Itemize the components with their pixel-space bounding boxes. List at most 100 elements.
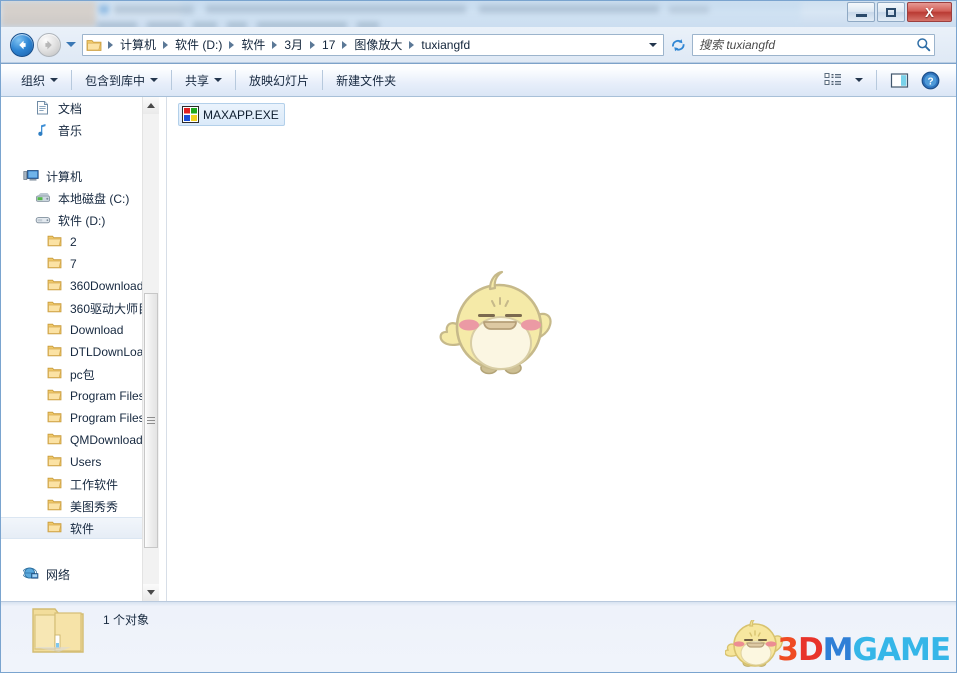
chick-illustration	[433, 265, 563, 385]
sidebar-item-label: 360驱动大师目	[70, 300, 150, 317]
titlebar-blur-block	[114, 5, 194, 14]
sidebar-item-network[interactable]: 网络	[1, 563, 151, 585]
breadcrumb: 计算机 软件 (D:) 软件 3月 17 图像放大 tuxiangfd	[104, 34, 645, 55]
folder-icon	[47, 344, 64, 360]
title-bar[interactable]: X	[1, 1, 956, 28]
back-button[interactable]	[10, 33, 34, 57]
titlebar-blur-block	[1, 1, 96, 27]
folder-icon	[47, 300, 64, 316]
search-icon[interactable]	[916, 37, 931, 52]
sidebar-item-folder-2[interactable]: 2	[1, 231, 151, 253]
restore-icon	[886, 8, 896, 17]
help-icon: ?	[921, 71, 940, 90]
toolbar-new-folder-button[interactable]: 新建文件夹	[328, 68, 404, 93]
view-mode-icon	[824, 72, 843, 88]
sidebar-item-drive-d[interactable]: 软件 (D:)	[1, 209, 151, 231]
sidebar-item-label: 软件 (D:)	[58, 212, 105, 229]
breadcrumb-separator-icon	[272, 41, 277, 49]
file-list-pane[interactable]: MAXAPP.EXE	[167, 97, 956, 601]
sidebar-item-label: 软件	[70, 520, 94, 537]
toolbar-include-in-library-button[interactable]: 包含到库中	[77, 68, 166, 93]
toolbar-share-button[interactable]: 共享	[177, 68, 230, 93]
breadcrumb-item-1[interactable]: 软件 (D:)	[172, 34, 225, 55]
chevron-down-icon	[66, 42, 76, 47]
sidebar-item-folder-qmdownload[interactable]: QMDownload	[1, 429, 151, 451]
toolbar-slideshow-button[interactable]: 放映幻灯片	[241, 68, 317, 93]
sidebar-item-folder-dtldownload[interactable]: DTLDownLoad	[1, 341, 151, 363]
preview-pane-button[interactable]	[886, 69, 913, 92]
exe-app-icon	[182, 106, 199, 123]
search-box[interactable]: 搜索 tuxiangfd	[692, 34, 935, 56]
sidebar-item-folder-users[interactable]: Users	[1, 451, 151, 473]
toolbar-right-group: ?	[820, 68, 956, 93]
refresh-button[interactable]	[667, 34, 689, 56]
chevron-down-icon	[214, 78, 222, 82]
back-arrow-icon	[15, 38, 29, 52]
breadcrumb-item-0[interactable]: 计算机	[117, 34, 159, 55]
breadcrumb-bar[interactable]: 计算机 软件 (D:) 软件 3月 17 图像放大 tuxiangfd	[82, 34, 664, 56]
change-view-button[interactable]	[820, 69, 847, 91]
sidebar-item-label: DTLDownLoad	[70, 345, 150, 359]
folder-large-icon	[29, 605, 87, 657]
scroll-up-button[interactable]	[143, 97, 159, 114]
sidebar-item-label: Program Files	[70, 389, 145, 403]
address-dropdown-button[interactable]	[645, 35, 661, 55]
sidebar-item-folder-download[interactable]: Download	[1, 319, 151, 341]
file-name-label: MAXAPP.EXE	[203, 108, 279, 122]
sidebar-item-folder-work-software[interactable]: 工作软件	[1, 473, 151, 495]
sidebar-item-label: 美图秀秀	[70, 498, 118, 515]
file-item-maxapp-exe[interactable]: MAXAPP.EXE	[178, 103, 285, 126]
toolbar-item-label: 放映幻灯片	[249, 72, 309, 89]
sidebar-item-folder-360driver[interactable]: 360驱动大师目	[1, 297, 151, 319]
scrollbar-thumb[interactable]	[144, 293, 158, 548]
folder-icon	[47, 498, 64, 514]
close-button[interactable]: X	[907, 2, 952, 22]
music-note-icon	[35, 122, 52, 138]
toolbar-separator	[171, 70, 172, 90]
toolbar-organize-button[interactable]: 组织	[13, 68, 66, 93]
sidebar-item-folder-meitu[interactable]: 美图秀秀	[1, 495, 151, 517]
sidebar-item-folder-pcbao[interactable]: pc包	[1, 363, 151, 385]
breadcrumb-item-2[interactable]: 软件	[238, 34, 268, 55]
sidebar-item-folder-7[interactable]: 7	[1, 253, 151, 275]
watermark-text: 3DMGAME	[777, 635, 950, 666]
sidebar-item-computer[interactable]: 计算机	[1, 165, 151, 187]
folder-icon	[47, 322, 64, 338]
history-dropdown-button[interactable]	[65, 33, 77, 57]
forward-button[interactable]	[37, 33, 61, 57]
search-input[interactable]: 搜索 tuxiangfd	[699, 36, 916, 53]
computer-icon	[23, 168, 40, 184]
breadcrumb-item-4[interactable]: 17	[319, 36, 338, 54]
breadcrumb-item-3[interactable]: 3月	[281, 34, 306, 55]
navigation-pane: 文档 音乐	[1, 97, 166, 601]
sidebar-scrollbar[interactable]	[142, 97, 159, 601]
sidebar-spacer	[1, 153, 151, 165]
sidebar-item-documents[interactable]: 文档	[1, 97, 151, 119]
sidebar-spacer	[1, 539, 151, 551]
chevron-up-icon	[147, 103, 155, 108]
explorer-body: 文档 音乐	[1, 97, 956, 601]
breadcrumb-item-5[interactable]: 图像放大	[351, 34, 405, 55]
status-item-count: 1 个对象	[103, 611, 149, 628]
sidebar-item-local-disk-c[interactable]: 本地磁盘 (C:)	[1, 187, 151, 209]
sidebar-item-folder-360download[interactable]: 360Download	[1, 275, 151, 297]
scroll-down-button[interactable]	[143, 584, 159, 601]
view-options-dropdown[interactable]	[851, 75, 867, 85]
sidebar-item-label: 360Download	[70, 279, 143, 293]
sidebar-item-folder-program-files-x86[interactable]: Program Files	[1, 407, 151, 429]
folder-icon	[47, 366, 64, 382]
restore-button[interactable]	[877, 2, 905, 22]
help-button[interactable]: ?	[917, 68, 944, 93]
toolbar-item-label: 共享	[185, 72, 209, 89]
sidebar-item-music[interactable]: 音乐	[1, 119, 151, 141]
toolbar-separator	[235, 70, 236, 90]
folder-icon	[47, 234, 64, 250]
toolbar-item-label: 组织	[21, 72, 45, 89]
minimize-button[interactable]	[847, 2, 875, 22]
sidebar-item-folder-program-files[interactable]: Program Files	[1, 385, 151, 407]
sidebar-item-folder-software-selected[interactable]: 软件	[1, 517, 151, 539]
folder-icon	[47, 476, 64, 492]
titlebar-blur-block	[206, 5, 466, 13]
folder-icon	[47, 256, 64, 272]
breadcrumb-item-6[interactable]: tuxiangfd	[418, 36, 473, 54]
